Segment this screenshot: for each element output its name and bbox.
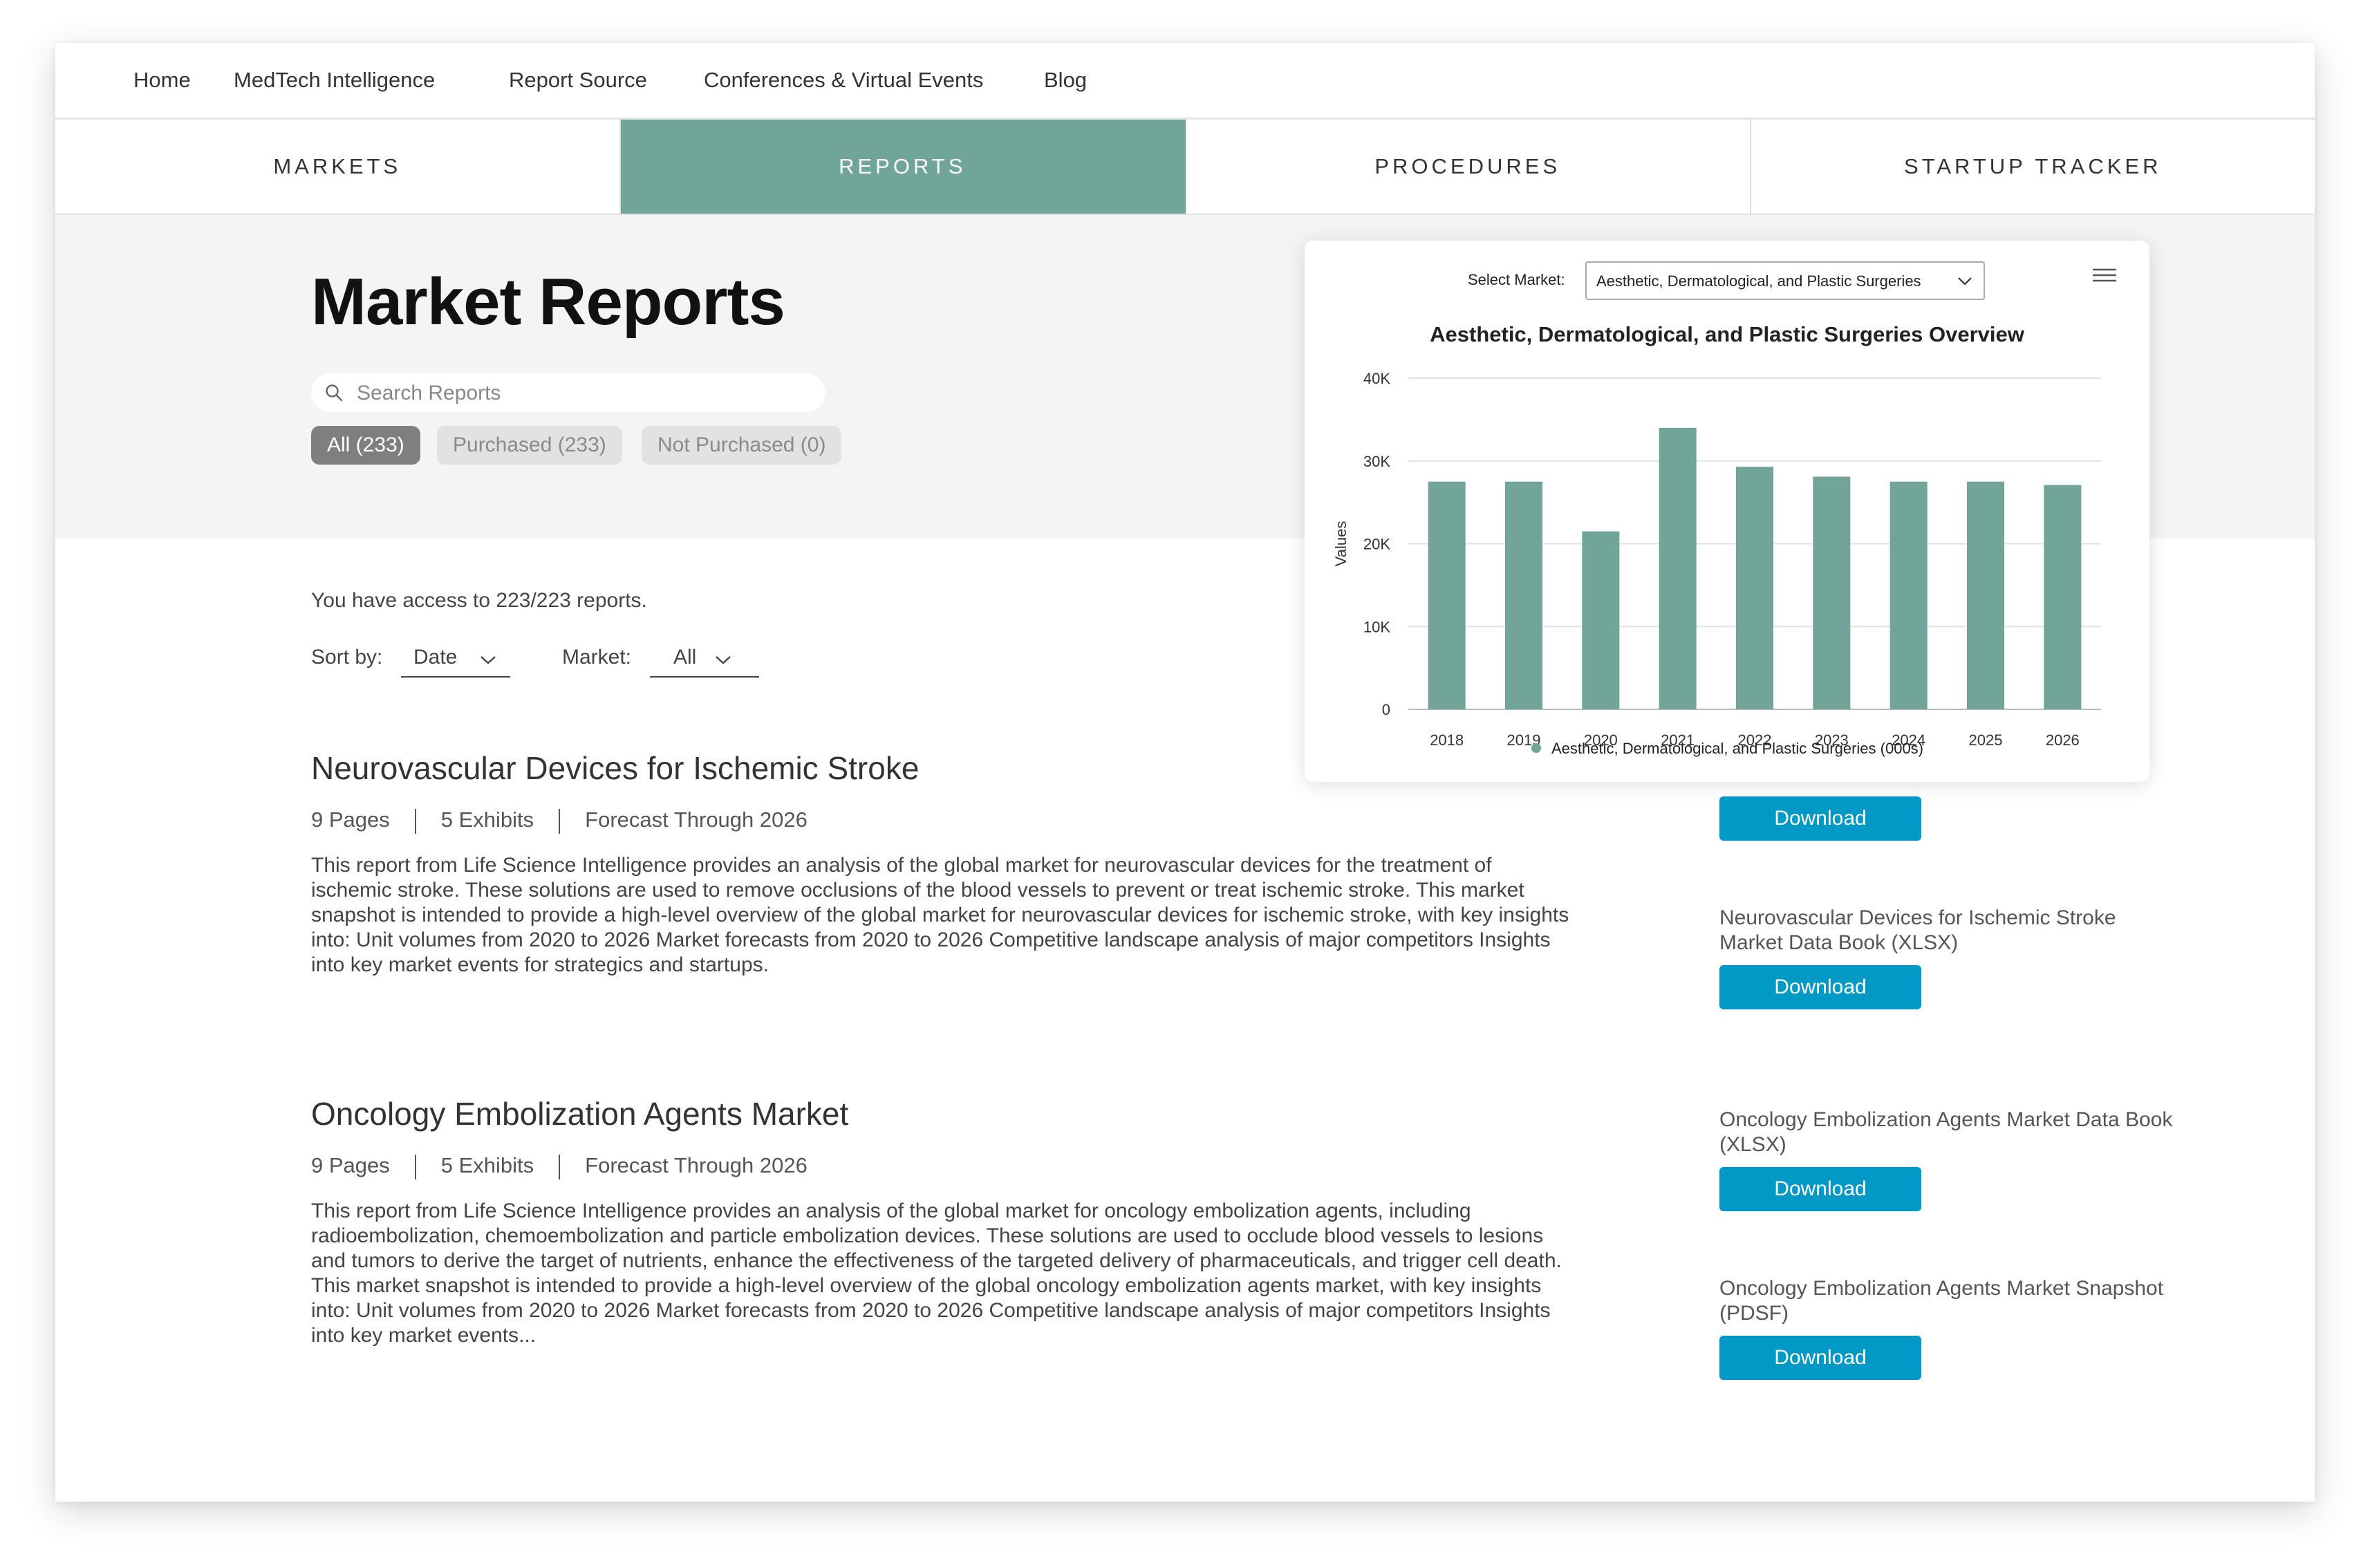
report-forecast: Forecast Through 2026 [585, 1153, 808, 1177]
download-button[interactable]: Download [1719, 796, 1921, 841]
bar-2026 [2044, 485, 2082, 709]
download-data-book-button[interactable]: Download [1719, 1167, 1921, 1211]
report-exhibits: 5 Exhibits [440, 1153, 534, 1177]
section-tabs: MARKETS REPORTS PROCEDURES STARTUP TRACK… [55, 120, 2315, 215]
report-description: This report from Life Science Intelligen… [311, 854, 1569, 976]
tab-reports[interactable]: REPORTS [620, 120, 1186, 214]
filter-purchased[interactable]: Purchased (233) [437, 426, 622, 465]
sort-select[interactable]: Date [401, 640, 510, 678]
report-pages: 9 Pages [311, 808, 390, 832]
nav-link-conferences[interactable]: Conferences & Virtual Events [704, 43, 983, 118]
nav-link-report-source[interactable]: Report Source [509, 43, 647, 118]
report-description: This report from Life Science Intelligen… [311, 1200, 1562, 1347]
x-tick-label: 2026 [2046, 731, 2080, 749]
report-forecast: Forecast Through 2026 [585, 808, 808, 832]
bar-chart: 010K20K30K40KValues2018 2019 2020 2021 2022 2… [1332, 370, 2101, 757]
meta-divider [414, 808, 416, 834]
meta-divider [559, 808, 561, 834]
report-exhibits: 5 Exhibits [440, 808, 534, 832]
chevron-down-icon [480, 656, 496, 664]
meta-divider [414, 1154, 416, 1179]
meta-divider [559, 1154, 561, 1179]
access-summary: You have access to 223/223 reports. [311, 589, 647, 612]
y-tick-label: 0 [1382, 701, 1390, 718]
tab-startup-tracker[interactable]: STARTUP TRACKER [1751, 120, 2315, 214]
chevron-down-icon [716, 656, 731, 664]
market-chart-card: Select Market: Aesthetic, Dermatological… [1305, 241, 2149, 782]
download-label: Oncology Embolization Agents Market Data… [1719, 1108, 2173, 1156]
search-icon [326, 384, 343, 402]
bar-2020 [1582, 531, 1620, 709]
y-tick-label: 20K [1363, 536, 1390, 553]
tab-markets[interactable]: MARKETS [55, 120, 621, 214]
report-title[interactable]: Oncology Embolization Agents Market [311, 1095, 848, 1132]
report-meta: 9 Pages 5 Exhibits Forecast Through 2026 [311, 1153, 808, 1179]
sort-label: Sort by: [311, 646, 383, 669]
nav-link-blog[interactable]: Blog [1044, 43, 1087, 118]
y-axis-label: Values [1332, 521, 1350, 567]
legend-label: Aesthetic, Dermatological, and Plastic S… [1551, 740, 1923, 757]
bar-2025 [1967, 481, 2004, 709]
y-tick-label: 30K [1363, 453, 1390, 470]
bar-2019 [1505, 481, 1542, 709]
report-meta: 9 Pages 5 Exhibits Forecast Through 2026 [311, 808, 808, 834]
bar-2023 [1813, 476, 1851, 709]
download-snapshot-button[interactable]: Download [1719, 1336, 1921, 1380]
download-label: Oncology Embolization Agents Market Snap… [1719, 1277, 2164, 1325]
page-title: Market Reports [311, 265, 785, 339]
app-window: Home MedTech Intelligence Report Source … [55, 43, 2315, 1502]
bar-2024 [1890, 481, 1928, 709]
legend-marker [1531, 743, 1541, 753]
search-input[interactable] [355, 373, 814, 413]
download-data-book-button[interactable]: Download [1719, 965, 1921, 1009]
market-filter-value: All [673, 646, 697, 669]
bar-2021 [1659, 427, 1697, 709]
bar-2022 [1736, 467, 1773, 709]
tab-procedures[interactable]: PROCEDURES [1186, 120, 1751, 214]
market-filter-select[interactable]: All [650, 640, 759, 678]
search-box [311, 373, 825, 413]
x-tick-label: 2025 [1969, 731, 2003, 749]
y-tick-label: 40K [1363, 370, 1390, 387]
x-tick-label: 2018 [1430, 731, 1464, 749]
top-nav: Home MedTech Intelligence Report Source … [55, 43, 2315, 120]
market-label: Market: [562, 646, 632, 669]
y-tick-label: 10K [1363, 618, 1390, 635]
sort-value: Date [413, 646, 458, 669]
filter-not-purchased[interactable]: Not Purchased (0) [642, 426, 842, 465]
report-title[interactable]: Neurovascular Devices for Ischemic Strok… [311, 749, 919, 787]
download-label: Neurovascular Devices for Ischemic Strok… [1719, 906, 2116, 954]
nav-link-medtech-intelligence[interactable]: MedTech Intelligence [234, 43, 435, 118]
nav-link-home[interactable]: Home [133, 43, 191, 118]
filter-all[interactable]: All (233) [311, 426, 420, 465]
report-pages: 9 Pages [311, 1153, 390, 1177]
bar-2018 [1428, 481, 1466, 709]
